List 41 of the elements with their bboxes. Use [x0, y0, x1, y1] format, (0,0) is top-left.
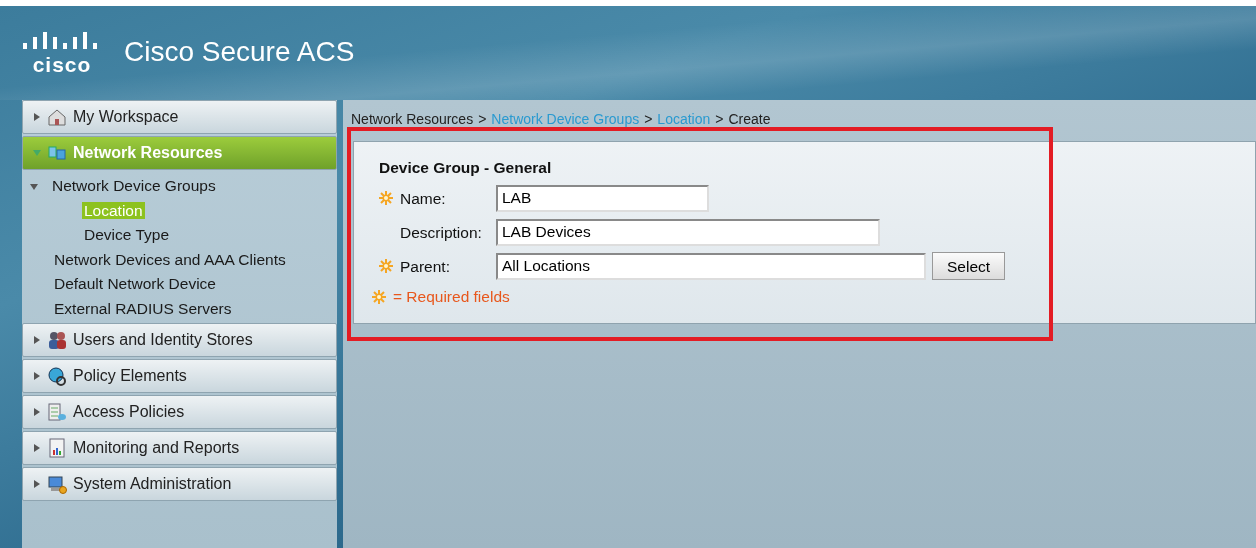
- input-field[interactable]: LAB: [496, 184, 709, 212]
- field-label: Description:: [400, 222, 483, 243]
- sidebar-section[interactable]: Users and Identity Stores: [22, 323, 337, 357]
- expand-arrow-icon: [33, 443, 41, 453]
- report-icon: [47, 438, 67, 458]
- tree-item[interactable]: Network Device Groups: [50, 177, 218, 194]
- tree-item[interactable]: Device Type: [82, 226, 171, 243]
- field-label: Name:: [400, 188, 447, 209]
- legend-text: = Required fields: [393, 287, 510, 308]
- sidebar-section[interactable]: Monitoring and Reports: [22, 431, 337, 465]
- breadcrumb-separator: >: [644, 109, 653, 129]
- sidebar-section[interactable]: Access Policies: [22, 395, 337, 429]
- input-field[interactable]: All Locations: [496, 252, 926, 280]
- expand-arrow-icon: [33, 479, 41, 489]
- breadcrumb-text: Network Resources: [351, 109, 474, 129]
- tree-item[interactable]: External RADIUS Servers: [52, 299, 234, 317]
- section-title: Device Group - General: [379, 158, 553, 178]
- network-icon: [47, 143, 67, 163]
- breadcrumb-separator: >: [478, 109, 487, 129]
- expand-arrow-icon: [33, 335, 41, 345]
- logo-text: cisco: [32, 53, 92, 75]
- sidebar-section[interactable]: System Administration: [22, 467, 337, 501]
- breadcrumb-text: Create: [728, 109, 771, 129]
- tree-item[interactable]: Default Network Device: [52, 275, 218, 292]
- expand-arrow-icon: [33, 371, 41, 381]
- computer-gear-icon: [47, 474, 67, 494]
- required-icon: [372, 289, 386, 304]
- select-button[interactable]: Select: [932, 252, 1006, 281]
- expand-arrow-icon: [33, 112, 41, 122]
- collapse-arrow-icon: [33, 148, 41, 158]
- expand-arrow-icon: [33, 407, 41, 417]
- house-icon: [47, 107, 67, 127]
- app-title: Cisco Secure ACS: [124, 35, 355, 69]
- sidebar-section[interactable]: My Workspace: [22, 100, 337, 134]
- field-label: Parent:: [400, 256, 451, 277]
- checklist-icon: [47, 402, 67, 422]
- users-icon: [47, 330, 67, 350]
- tree-item[interactable]: Network Devices and AAA Clients: [52, 250, 288, 268]
- sidebar-section[interactable]: Policy Elements: [22, 359, 337, 393]
- breadcrumb-separator: >: [715, 109, 724, 129]
- input-field[interactable]: LAB Devices: [496, 218, 880, 246]
